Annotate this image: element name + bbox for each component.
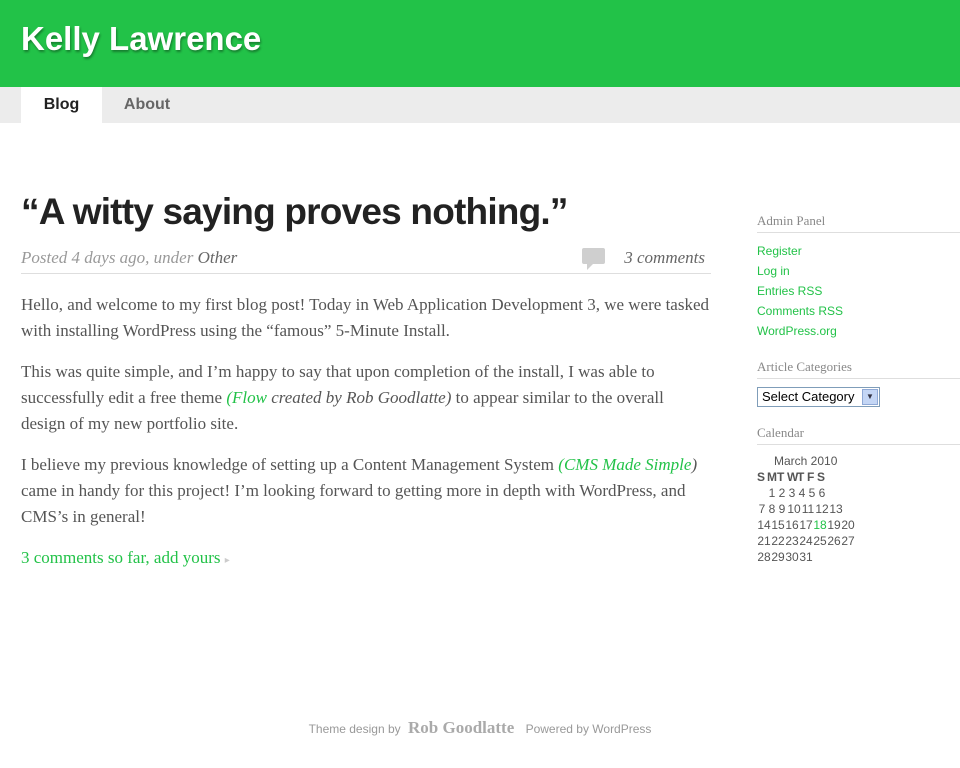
calendar-widget: Calendar March 2010 S M T W T F S 1 2 3 4 5 6 7 8 9 10 11… [757, 425, 960, 565]
category-select-value: Select Category [762, 389, 855, 404]
comments-more-link[interactable]: 3 comments so far, add yours ▸ [21, 545, 711, 574]
calendar-day: 14 [757, 518, 771, 532]
calendar-day: 13 [829, 502, 843, 516]
post-title[interactable]: “A witty saying proves nothing.” [21, 190, 711, 234]
site-title[interactable]: Kelly Lawrence [21, 20, 261, 58]
tab-blog[interactable]: Blog [21, 87, 102, 123]
calendar-title: Calendar [757, 425, 960, 445]
calendar-week: 7 8 9 10 11 12 13 [757, 501, 960, 517]
powered-by[interactable]: Powered by WordPress [526, 722, 652, 736]
comment-bubble-icon [582, 248, 605, 270]
admin-links: Register Log in Entries RSS Comments RSS… [757, 241, 960, 341]
calendar-day: 31 [799, 550, 813, 564]
post-meta: Posted 4 days ago, under Other 3 comment… [21, 244, 711, 274]
calendar-day: 24 [799, 534, 813, 548]
calendar-day: 2 [778, 486, 786, 500]
footer: Theme design by Rob Goodlatte Powered by… [0, 718, 960, 738]
cms-made-simple-link[interactable]: CMS Made Simple [564, 455, 691, 474]
paragraph-2: This was quite simple, and I’m happy to … [21, 362, 664, 433]
paragraph-3-end: came in handy for this project! I’m look… [21, 481, 686, 526]
wordpress-org-link[interactable]: WordPress.org [757, 321, 960, 341]
site-header: Kelly Lawrence [0, 0, 960, 87]
calendar-day: 3 [788, 486, 796, 500]
post-meta-left: Posted 4 days ago, under Other [21, 248, 237, 268]
calendar-week: 14 15 16 17 18 19 20 [757, 517, 960, 533]
calendar-weekdays: SMTWTFS [757, 469, 960, 485]
paragraph-1: Hello, and welcome to my first blog post… [21, 295, 709, 340]
calendar-weekday: M [767, 470, 777, 484]
calendar-weekday: T [777, 470, 785, 484]
calendar-day: 8 [768, 502, 776, 516]
log-in-link[interactable]: Log in [757, 261, 960, 281]
register-link[interactable]: Register [757, 241, 960, 261]
calendar-day: 17 [799, 518, 813, 532]
calendar-caption: March 2010 [774, 454, 838, 468]
calendar-day: 15 [771, 518, 785, 532]
calendar-week: 28 29 30 31 [757, 549, 960, 565]
entries-rss-link[interactable]: Entries RSS [757, 281, 960, 301]
admin-panel-title: Admin Panel [757, 213, 960, 233]
calendar-day: 21 [757, 534, 771, 548]
post-content: Hello, and welcome to my first blog post… [21, 292, 711, 574]
calendar-day: 5 [808, 486, 816, 500]
calendar-weekday: F [807, 470, 815, 484]
sidebar: Admin Panel Register Log in Entries RSS … [757, 213, 960, 583]
paragraph-3-start: I believe my previous knowledge of setti… [21, 455, 559, 474]
calendar-day: 20 [841, 518, 855, 532]
calendar-weekday: T [797, 470, 805, 484]
calendar-day: 29 [771, 550, 785, 564]
calendar-day: 10 [787, 502, 801, 516]
calendar-weekday: S [817, 470, 826, 484]
calendar-day: 22 [771, 534, 785, 548]
chevron-down-icon[interactable]: ▼ [862, 389, 878, 405]
calendar-day: 12 [815, 502, 829, 516]
flow-link[interactable]: Flow [232, 388, 267, 407]
categories-widget: Article Categories Select Category ▼ [757, 359, 960, 407]
nav-bar: Blog About [0, 87, 960, 123]
flow-credit: created by Rob Goodlatte) [266, 388, 452, 407]
calendar-day [823, 549, 833, 565]
comments-more-label[interactable]: 3 comments so far, add yours [21, 548, 221, 567]
category-link[interactable]: Other [198, 248, 238, 267]
calendar-day: 25 [813, 534, 827, 548]
calendar-day: 11 [801, 502, 815, 516]
theme-credit: Theme design by [308, 722, 401, 736]
calendar-day: 27 [841, 534, 855, 548]
calendar-day: 19 [827, 518, 841, 532]
comments-count-link[interactable]: 3 comments [624, 248, 705, 268]
calendar-day: 28 [757, 550, 771, 564]
calendar-day: 1 [768, 486, 776, 500]
calendar-weekday: W [787, 470, 799, 484]
calendar: March 2010 S M T W T F S 1 2 3 4 5 6 7 8 9 10 11 12 13 14 15 1… [757, 453, 960, 565]
calendar-day: 9 [778, 502, 786, 516]
comments-rss-link[interactable]: Comments RSS [757, 301, 960, 321]
calendar-week: 21 22 23 24 25 26 27 [757, 533, 960, 549]
category-select[interactable]: Select Category ▼ [757, 387, 880, 407]
categories-title: Article Categories [757, 359, 960, 379]
calendar-week: 123456 [757, 485, 960, 501]
calendar-day: 23 [785, 534, 799, 548]
admin-panel-widget: Admin Panel Register Log in Entries RSS … [757, 213, 960, 341]
calendar-day: 4 [798, 486, 806, 500]
author-link[interactable]: Rob Goodlatte [408, 718, 514, 737]
posted-text: Posted 4 days ago, under [21, 248, 194, 267]
calendar-day [813, 549, 823, 565]
calendar-day [833, 549, 843, 565]
calendar-day: 16 [785, 518, 799, 532]
paragraph-3: I believe my previous knowledge of setti… [21, 455, 698, 526]
calendar-weekday: S [757, 470, 766, 484]
blog-post: “A witty saying proves nothing.” Posted … [21, 190, 711, 574]
calendar-day: 26 [827, 534, 841, 548]
arrow-right-icon: ▸ [224, 555, 230, 566]
calendar-day: 7 [758, 502, 766, 516]
calendar-day[interactable]: 18 [813, 517, 827, 533]
tab-about[interactable]: About [102, 87, 192, 123]
calendar-day: 30 [785, 550, 799, 564]
calendar-day [757, 485, 767, 501]
calendar-day: 6 [818, 486, 826, 500]
